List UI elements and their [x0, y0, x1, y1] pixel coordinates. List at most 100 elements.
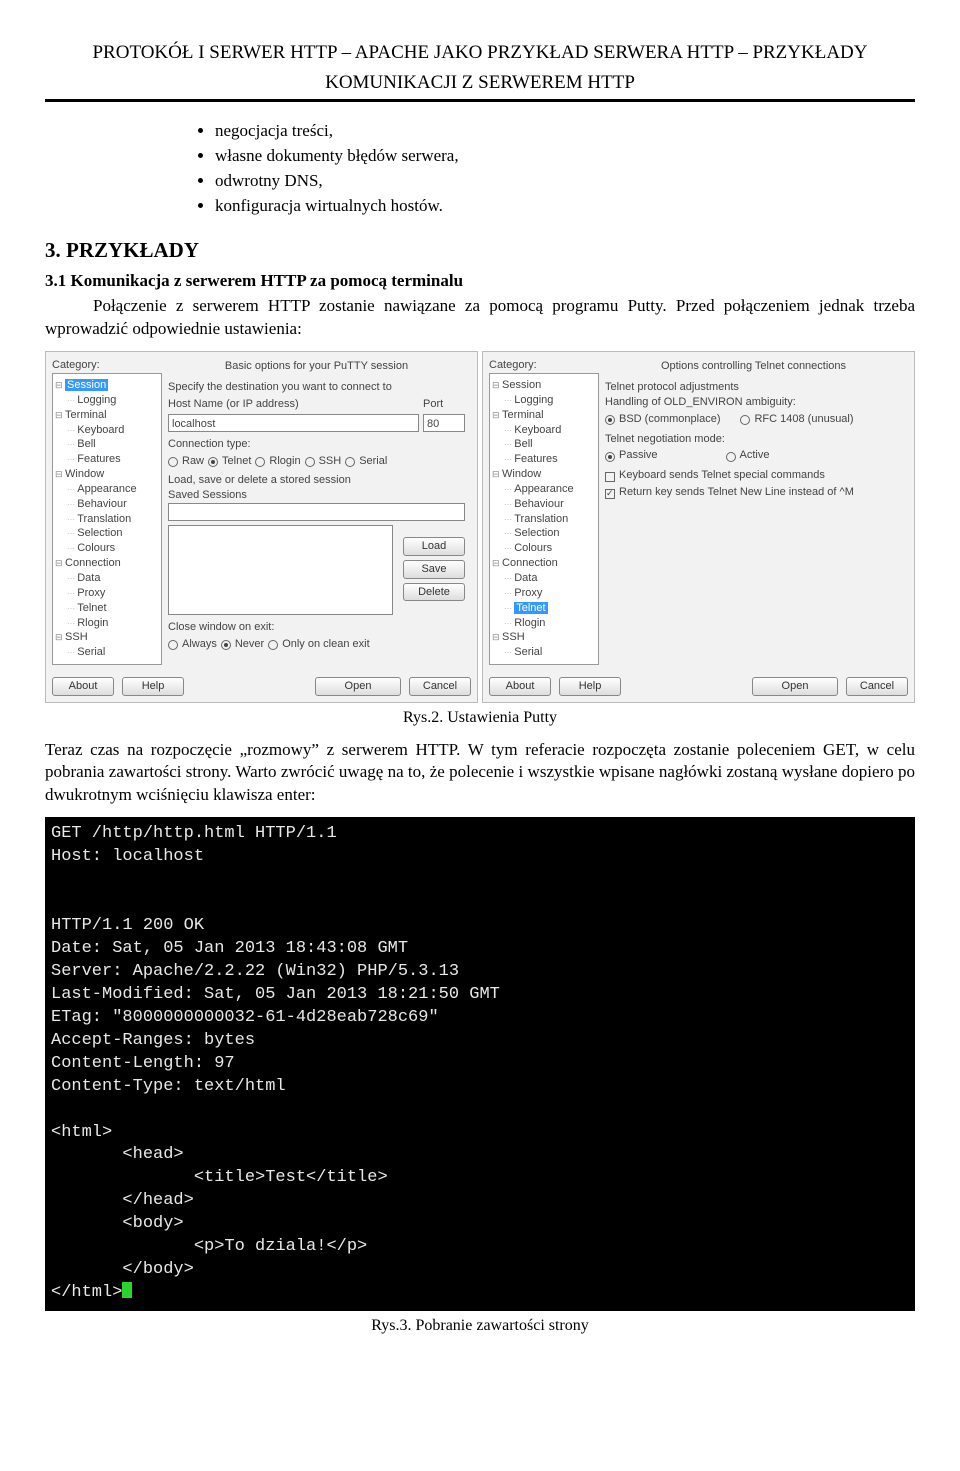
tree-session[interactable]: Session	[65, 379, 108, 391]
tree-bell[interactable]: Bell	[492, 437, 596, 452]
radio-rfc[interactable]	[740, 415, 750, 425]
cancel-button[interactable]: Cancel	[409, 677, 471, 696]
bullet-item: konfiguracja wirtualnych hostów.	[215, 195, 915, 218]
tree-logging[interactable]: Logging	[492, 393, 596, 408]
radio-passive[interactable]	[605, 452, 615, 462]
tree-logging[interactable]: Logging	[55, 393, 159, 408]
tree-colours[interactable]: Colours	[55, 541, 159, 556]
tree-connection[interactable]: Connection	[55, 556, 159, 571]
tree-selection[interactable]: Selection	[492, 526, 596, 541]
saved-session-name-input[interactable]	[168, 503, 465, 521]
category-tree[interactable]: Session Logging Terminal Keyboard Bell F…	[52, 373, 162, 665]
radio-never[interactable]	[221, 640, 231, 650]
radio-telnet[interactable]	[208, 457, 218, 467]
delete-button[interactable]: Delete	[403, 583, 465, 602]
port-input[interactable]: 80	[423, 414, 465, 432]
tree-telnet[interactable]: Telnet	[514, 602, 547, 614]
proto-label: Telnet protocol adjustments	[605, 380, 902, 395]
tree-rlogin[interactable]: Rlogin	[492, 616, 596, 631]
tree-ssh[interactable]: SSH	[492, 630, 596, 645]
help-button[interactable]: Help	[559, 677, 621, 696]
tree-session[interactable]: Session	[492, 378, 596, 393]
tree-data[interactable]: Data	[55, 571, 159, 586]
save-button[interactable]: Save	[403, 560, 465, 579]
radio-clean[interactable]	[268, 640, 278, 650]
tree-proxy[interactable]: Proxy	[492, 586, 596, 601]
label-raw: Raw	[182, 454, 204, 469]
tree-keyboard[interactable]: Keyboard	[492, 423, 596, 438]
radio-active[interactable]	[726, 452, 736, 462]
label-rfc: RFC 1408 (unusual)	[754, 412, 853, 427]
dest-label: Specify the destination you want to conn…	[168, 380, 465, 395]
label-rlogin: Rlogin	[269, 454, 300, 469]
label-bsd: BSD (commonplace)	[619, 412, 720, 427]
header-rule	[45, 99, 915, 102]
tree-appearance[interactable]: Appearance	[55, 482, 159, 497]
negot-label: Telnet negotiation mode:	[605, 432, 902, 447]
tree-window[interactable]: Window	[492, 467, 596, 482]
about-button[interactable]: About	[52, 677, 114, 696]
radio-bsd[interactable]	[605, 415, 615, 425]
subsection-3-1-para: Połączenie z serwerem HTTP zostanie nawi…	[45, 295, 915, 341]
category-label: Category:	[489, 358, 599, 373]
port-label: Port	[423, 397, 465, 412]
tree-appearance[interactable]: Appearance	[492, 482, 596, 497]
label-clean: Only on clean exit	[282, 637, 369, 652]
paragraph-after-fig2: Teraz czas na rozpoczęcie „rozmowy” z se…	[45, 739, 915, 808]
tree-selection[interactable]: Selection	[55, 526, 159, 541]
load-button[interactable]: Load	[403, 537, 465, 556]
label-serial: Serial	[359, 454, 387, 469]
tree-keyboard[interactable]: Keyboard	[55, 423, 159, 438]
conn-type-label: Connection type:	[168, 437, 465, 452]
section-3-title: 3. PRZYKŁADY	[45, 236, 915, 264]
putty-figure-pair: Category: Session Logging Terminal Keybo…	[45, 351, 915, 703]
radio-always[interactable]	[168, 640, 178, 650]
tree-bell[interactable]: Bell	[55, 437, 159, 452]
check-return-newline[interactable]	[605, 489, 615, 499]
terminal-cursor	[122, 1282, 132, 1298]
category-label: Category:	[52, 358, 162, 373]
bullet-item: negocjacja treści,	[215, 120, 915, 143]
open-button[interactable]: Open	[315, 677, 401, 696]
tree-behaviour[interactable]: Behaviour	[55, 497, 159, 512]
help-button[interactable]: Help	[122, 677, 184, 696]
tree-terminal[interactable]: Terminal	[492, 408, 596, 423]
label-ssh: SSH	[319, 454, 342, 469]
tree-window[interactable]: Window	[55, 467, 159, 482]
saved-sessions-listbox[interactable]	[168, 525, 393, 615]
tree-features[interactable]: Features	[55, 452, 159, 467]
label-telnet: Telnet	[222, 454, 251, 469]
tree-translation[interactable]: Translation	[492, 512, 596, 527]
tree-features[interactable]: Features	[492, 452, 596, 467]
tree-colours[interactable]: Colours	[492, 541, 596, 556]
radio-ssh[interactable]	[305, 457, 315, 467]
tree-rlogin[interactable]: Rlogin	[55, 616, 159, 631]
radio-serial[interactable]	[345, 457, 355, 467]
check-special-cmds[interactable]	[605, 472, 615, 482]
feature-bullets: negocjacja treści, własne dokumenty błęd…	[45, 120, 915, 218]
bullet-item: własne dokumenty błędów serwera,	[215, 145, 915, 168]
tree-data[interactable]: Data	[492, 571, 596, 586]
tree-translation[interactable]: Translation	[55, 512, 159, 527]
tree-telnet[interactable]: Telnet	[55, 601, 159, 616]
host-input[interactable]: localhost	[168, 414, 419, 432]
tree-terminal[interactable]: Terminal	[55, 408, 159, 423]
label-passive: Passive	[619, 448, 658, 463]
radio-raw[interactable]	[168, 457, 178, 467]
figure-3-caption: Rys.3. Pobranie zawartości strony	[45, 1315, 915, 1337]
cancel-button[interactable]: Cancel	[846, 677, 908, 696]
putty-window-session: Category: Session Logging Terminal Keybo…	[45, 351, 478, 703]
tree-serial[interactable]: Serial	[55, 645, 159, 660]
category-tree[interactable]: Session Logging Terminal Keyboard Bell F…	[489, 373, 599, 665]
tree-serial[interactable]: Serial	[492, 645, 596, 660]
tree-ssh[interactable]: SSH	[55, 630, 159, 645]
open-button[interactable]: Open	[752, 677, 838, 696]
tree-behaviour[interactable]: Behaviour	[492, 497, 596, 512]
subsection-3-1-title: 3.1 Komunikacja z serwerem HTTP za pomoc…	[45, 270, 915, 293]
tree-connection[interactable]: Connection	[492, 556, 596, 571]
about-button[interactable]: About	[489, 677, 551, 696]
label-active: Active	[740, 448, 770, 463]
radio-rlogin[interactable]	[255, 457, 265, 467]
page-header-line2: KOMUNIKACJI Z SERWEREM HTTP	[45, 70, 915, 96]
tree-proxy[interactable]: Proxy	[55, 586, 159, 601]
